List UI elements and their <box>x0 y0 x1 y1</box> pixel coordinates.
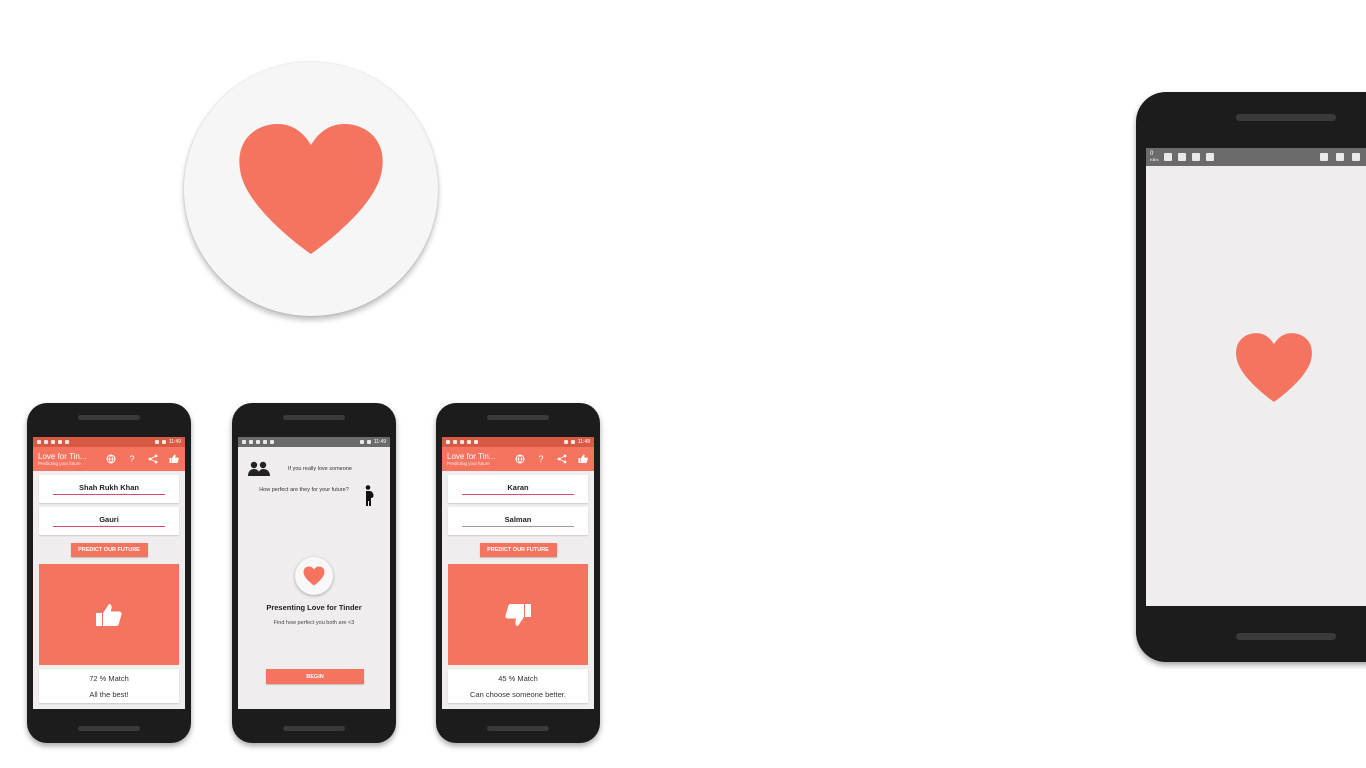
phone-mockup-1: 11:49 Love for Tin... Predicting your fu… <box>27 403 191 743</box>
status-time: 11:49 <box>373 439 386 445</box>
app-bar: Love for Tin... Predicting your future ? <box>33 447 185 471</box>
result-card: 45 % Match Can choose someone better. <box>448 669 588 703</box>
phone-screen: 11:49 Love for Tin... Predicting your fu… <box>33 437 185 709</box>
share-icon[interactable] <box>556 453 568 465</box>
earpiece <box>487 415 549 420</box>
phone-screen: 11:49 If you really love someone How per… <box>238 437 390 709</box>
status-time: 11:48 <box>577 439 590 445</box>
match-percentage: 45 % Match <box>498 673 538 683</box>
begin-button[interactable]: BEGIN <box>266 669 364 684</box>
app-icon-small <box>295 557 333 595</box>
phone-screen: 11:48 Love for Tin... Predicting your fu… <box>442 437 594 709</box>
globe-icon[interactable] <box>514 453 526 465</box>
welcome-title: Presenting Love for Tinder <box>266 603 362 612</box>
like-icon[interactable] <box>168 453 180 465</box>
app-icon-large <box>184 62 438 316</box>
thumbs-up-icon <box>96 603 122 626</box>
status-bar: 11:48 <box>442 437 594 447</box>
app-title: Love for Tin... <box>447 452 496 461</box>
phone-mockup-2: 11:49 If you really love someone How per… <box>232 403 396 743</box>
speaker <box>487 726 549 731</box>
speaker <box>1236 633 1336 640</box>
predict-button[interactable]: PREDICT OUR FUTURE <box>479 543 557 557</box>
heart-icon <box>303 566 325 586</box>
predict-button[interactable]: PREDICT OUR FUTURE <box>70 543 148 557</box>
heart-icon <box>239 124 383 254</box>
earpiece <box>283 415 345 420</box>
like-icon[interactable] <box>577 453 589 465</box>
network-speed-unit: KB/s <box>1150 157 1159 162</box>
name-card-2: Salman <box>448 507 588 535</box>
pregnant-woman-icon <box>365 485 374 506</box>
share-icon[interactable] <box>147 453 159 465</box>
second-name-input[interactable]: Gauri <box>53 515 165 527</box>
couple-icon <box>248 461 270 476</box>
result-panel <box>448 564 588 665</box>
phone-mockup-large: 0 KB/s <box>1136 92 1366 662</box>
app-bar: Love for Tin... Predicting your future ? <box>442 447 594 471</box>
phone-mockup-3: 11:48 Love for Tin... Predicting your fu… <box>436 403 600 743</box>
earpiece <box>1236 114 1336 121</box>
heart-icon <box>1236 333 1312 402</box>
name-card-1: Karan <box>448 475 588 503</box>
result-message: All the best! <box>89 689 129 699</box>
status-bar: 11:49 <box>33 437 185 447</box>
first-name-input[interactable]: Shah Rukh Khan <box>53 483 165 495</box>
phone-screen: 0 KB/s <box>1146 148 1366 606</box>
app-title: Love for Tin... <box>38 452 87 461</box>
speaker <box>283 726 345 731</box>
globe-icon[interactable] <box>105 453 117 465</box>
name-card-2: Gauri <box>39 507 179 535</box>
thumbs-down-icon <box>505 603 531 626</box>
name-card-1: Shah Rukh Khan <box>39 475 179 503</box>
second-name-input[interactable]: Salman <box>462 515 574 527</box>
app-subtitle: Predicting your future <box>447 461 490 466</box>
first-name-input[interactable]: Karan <box>462 483 574 495</box>
help-icon[interactable]: ? <box>535 453 547 465</box>
promo-canvas: 11:49 Love for Tin... Predicting your fu… <box>0 0 1366 768</box>
status-time: 11:49 <box>168 439 181 445</box>
result-card: 72 % Match All the best! <box>39 669 179 703</box>
welcome-subtitle: Find how perfect you both are <3 <box>273 620 355 626</box>
help-icon[interactable]: ? <box>126 453 138 465</box>
result-panel <box>39 564 179 665</box>
match-percentage: 72 % Match <box>89 673 129 683</box>
intro-line-2: How perfect are they for your future? <box>259 487 349 493</box>
intro-line-1: If you really love someone <box>288 466 352 472</box>
status-bar: 11:49 <box>238 437 390 447</box>
intro-row-1: If you really love someone <box>248 461 352 477</box>
earpiece <box>78 415 140 420</box>
result-message: Can choose someone better. <box>470 689 566 699</box>
speaker <box>78 726 140 731</box>
status-bar: 0 KB/s <box>1146 148 1366 166</box>
app-subtitle: Predicting your future <box>38 461 81 466</box>
